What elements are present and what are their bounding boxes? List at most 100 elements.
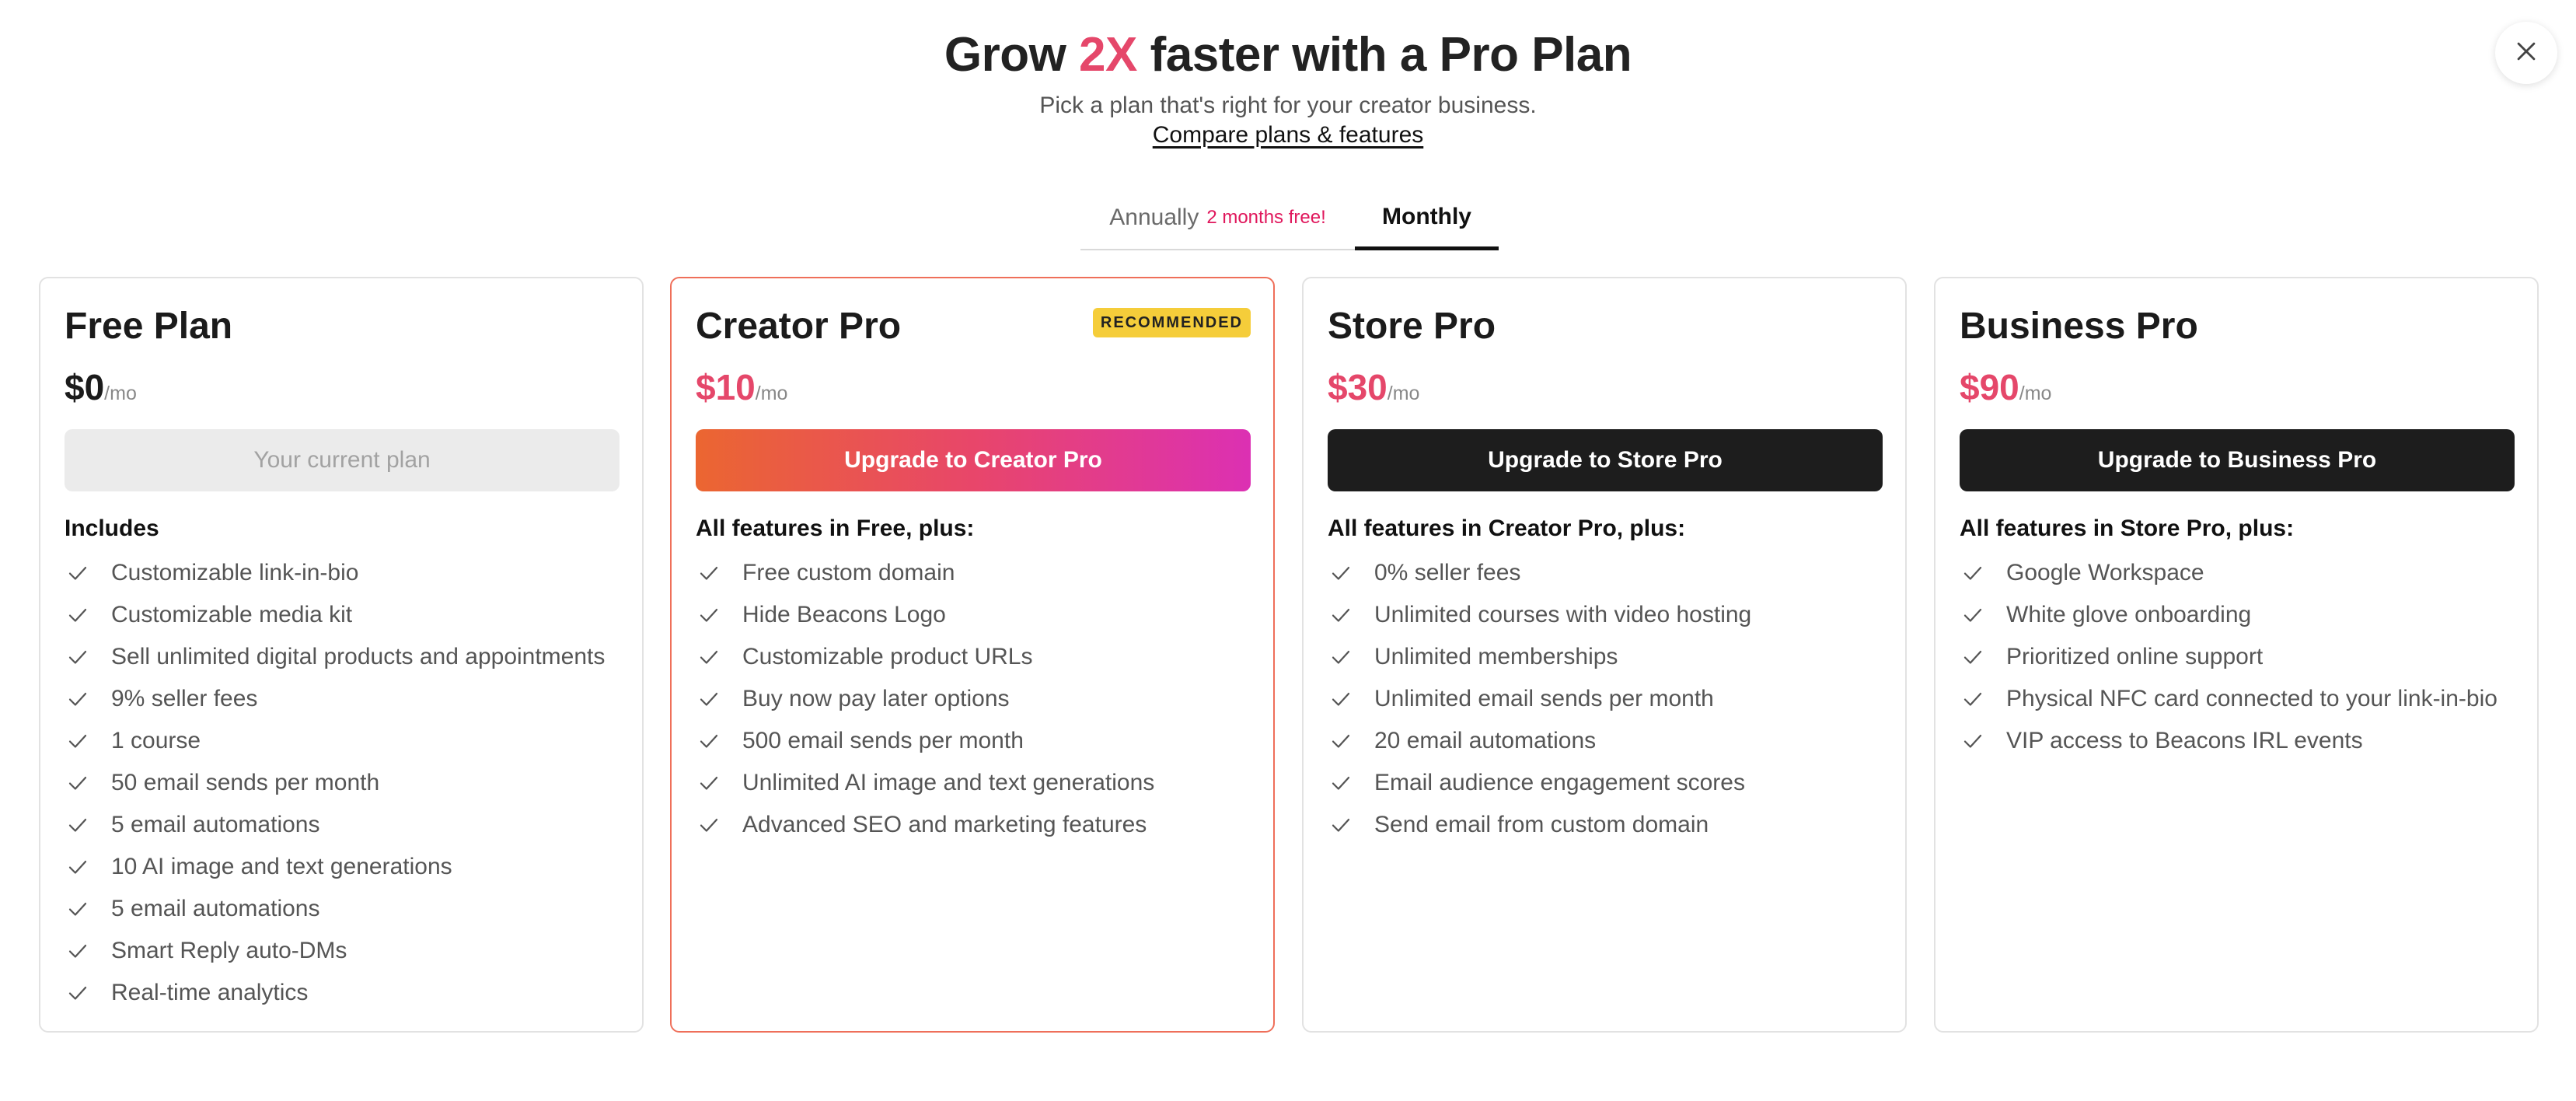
feature-text: White glove onboarding bbox=[2006, 602, 2252, 627]
feature-item: Customizable link-in-bio bbox=[65, 552, 640, 594]
feature-text: 500 email sends per month bbox=[742, 728, 1024, 753]
price-amount: $30 bbox=[1328, 367, 1387, 407]
feature-item: Advanced SEO and marketing features bbox=[696, 804, 1271, 846]
plan-price: $90/mo bbox=[1960, 359, 2051, 425]
check-icon bbox=[65, 602, 91, 628]
plan-name: Creator Pro bbox=[696, 306, 902, 347]
headline-before: Grow bbox=[944, 28, 1080, 82]
upgrade-store-pro-button[interactable]: Upgrade to Store Pro bbox=[1328, 429, 1883, 491]
plan-price: $10/mo bbox=[696, 359, 787, 425]
check-icon bbox=[1328, 602, 1354, 628]
page-title: Grow 2X faster with a Pro Plan bbox=[0, 26, 2576, 84]
feature-text: 50 email sends per month bbox=[111, 770, 380, 795]
check-icon bbox=[65, 812, 91, 838]
check-icon bbox=[696, 686, 722, 712]
feature-text: Buy now pay later options bbox=[742, 686, 1010, 711]
feature-item: Hide Beacons Logo bbox=[696, 594, 1271, 636]
feature-text: 5 email automations bbox=[111, 896, 320, 921]
feature-text: VIP access to Beacons IRL events bbox=[2006, 728, 2363, 753]
feature-item: Buy now pay later options bbox=[696, 678, 1271, 720]
feature-text: 1 course bbox=[111, 728, 201, 753]
feature-text: Unlimited memberships bbox=[1374, 644, 1618, 669]
price-amount: $90 bbox=[1960, 367, 2019, 407]
headline-after: faster with a Pro Plan bbox=[1136, 28, 1632, 82]
tab-monthly[interactable]: Monthly bbox=[1355, 187, 1499, 250]
check-icon bbox=[1328, 644, 1354, 670]
feature-item: Unlimited email sends per month bbox=[1328, 678, 1903, 720]
feature-item: Free custom domain bbox=[696, 552, 1271, 594]
feature-text: Physical NFC card connected to your link… bbox=[2006, 686, 2497, 711]
check-icon bbox=[1960, 644, 1986, 670]
feature-text: Google Workspace bbox=[2006, 560, 2204, 585]
annual-promo-text: 2 months free! bbox=[1206, 207, 1326, 228]
feature-text: 20 email automations bbox=[1374, 728, 1597, 753]
check-icon bbox=[696, 560, 722, 586]
feature-text: Sell unlimited digital products and appo… bbox=[111, 644, 606, 669]
plan-price: $30/mo bbox=[1328, 359, 1419, 425]
check-icon bbox=[65, 854, 91, 880]
headline-accent: 2X bbox=[1079, 28, 1137, 82]
feature-item: Unlimited AI image and text generations bbox=[696, 762, 1271, 804]
check-icon bbox=[1328, 686, 1354, 712]
plan-card-store-pro: Store Pro $30/mo Upgrade to Store Pro Al… bbox=[1302, 277, 1907, 1033]
check-icon bbox=[1960, 602, 1986, 628]
check-icon bbox=[65, 560, 91, 586]
tab-annually-label: Annually bbox=[1109, 204, 1199, 230]
feature-item: White glove onboarding bbox=[1960, 594, 2535, 636]
feature-item: 9% seller fees bbox=[65, 678, 640, 720]
feature-text: 9% seller fees bbox=[111, 686, 258, 711]
feature-text: Smart Reply auto-DMs bbox=[111, 938, 347, 963]
feature-text: Unlimited AI image and text generations bbox=[742, 770, 1155, 795]
recommended-badge: RECOMMENDED bbox=[1092, 308, 1251, 337]
price-period: /mo bbox=[755, 383, 788, 404]
feature-item: 5 email automations bbox=[65, 804, 640, 846]
check-icon bbox=[65, 980, 91, 1006]
includes-heading: All features in Creator Pro, plus: bbox=[1328, 516, 1686, 541]
feature-text: 0% seller fees bbox=[1374, 560, 1521, 585]
check-icon bbox=[696, 812, 722, 838]
feature-text: Email audience engagement scores bbox=[1374, 770, 1745, 795]
plan-card-free: Free Plan $0/mo Your current plan Includ… bbox=[39, 277, 644, 1033]
feature-item: Unlimited courses with video hosting bbox=[1328, 594, 1903, 636]
upgrade-creator-pro-button[interactable]: Upgrade to Creator Pro bbox=[696, 429, 1251, 491]
billing-toggle: Annually 2 months free! Monthly bbox=[1080, 187, 1499, 250]
includes-heading: All features in Store Pro, plus: bbox=[1960, 516, 2295, 541]
feature-item: VIP access to Beacons IRL events bbox=[1960, 720, 2535, 762]
feature-text: Unlimited email sends per month bbox=[1374, 686, 1714, 711]
feature-text: Unlimited courses with video hosting bbox=[1374, 602, 1752, 627]
feature-item: 500 email sends per month bbox=[696, 720, 1271, 762]
feature-item: Google Workspace bbox=[1960, 552, 2535, 594]
price-amount: $10 bbox=[696, 367, 756, 407]
feature-list: Customizable link-in-bio Customizable med… bbox=[65, 552, 640, 1014]
check-icon bbox=[1960, 686, 1986, 712]
price-period: /mo bbox=[104, 383, 137, 404]
tab-annually[interactable]: Annually 2 months free! bbox=[1080, 187, 1355, 249]
includes-heading: Includes bbox=[65, 516, 159, 541]
check-icon bbox=[696, 728, 722, 754]
feature-item: Customizable product URLs bbox=[696, 636, 1271, 678]
price-amount: $0 bbox=[65, 367, 105, 407]
includes-heading: All features in Free, plus: bbox=[696, 516, 975, 541]
feature-item: Physical NFC card connected to your link… bbox=[1960, 678, 2535, 720]
feature-list: Google Workspace White glove onboarding Pr… bbox=[1960, 552, 2535, 762]
plan-cards: Free Plan $0/mo Your current plan Includ… bbox=[39, 277, 2539, 1033]
check-icon bbox=[696, 770, 722, 796]
feature-item: 10 AI image and text generations bbox=[65, 846, 640, 888]
feature-item: 1 course bbox=[65, 720, 640, 762]
feature-item: 50 email sends per month bbox=[65, 762, 640, 804]
feature-text: Free custom domain bbox=[742, 560, 955, 585]
check-icon bbox=[65, 728, 91, 754]
feature-text: Real-time analytics bbox=[111, 980, 309, 1005]
check-icon bbox=[1328, 812, 1354, 838]
compare-plans-link[interactable]: Compare plans & features bbox=[1153, 122, 1424, 148]
feature-text: Send email from custom domain bbox=[1374, 812, 1709, 837]
feature-text: 10 AI image and text generations bbox=[111, 854, 452, 879]
upgrade-business-pro-button[interactable]: Upgrade to Business Pro bbox=[1960, 429, 2515, 491]
feature-text: 5 email automations bbox=[111, 812, 320, 837]
plan-price: $0/mo bbox=[65, 359, 137, 425]
plan-name: Free Plan bbox=[65, 306, 233, 347]
feature-text: Advanced SEO and marketing features bbox=[742, 812, 1147, 837]
page-subtitle: Pick a plan that's right for your creato… bbox=[1039, 93, 1537, 118]
price-period: /mo bbox=[2019, 383, 2052, 404]
feature-list: 0% seller fees Unlimited courses with vid… bbox=[1328, 552, 1903, 846]
